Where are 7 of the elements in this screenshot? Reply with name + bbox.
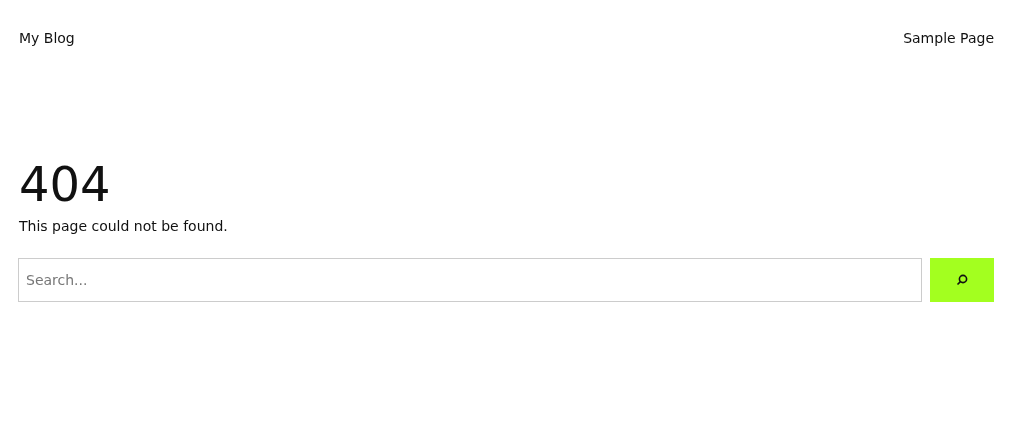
search-field[interactable]: Search... [18, 258, 922, 302]
nav-link[interactable]: Sample Page [903, 30, 994, 46]
error-code: 404 [19, 157, 112, 211]
site-title[interactable]: My Blog [19, 30, 75, 46]
search-button[interactable] [930, 258, 994, 302]
search-icon [956, 274, 968, 286]
error-message: This page could not be found. [19, 217, 229, 235]
